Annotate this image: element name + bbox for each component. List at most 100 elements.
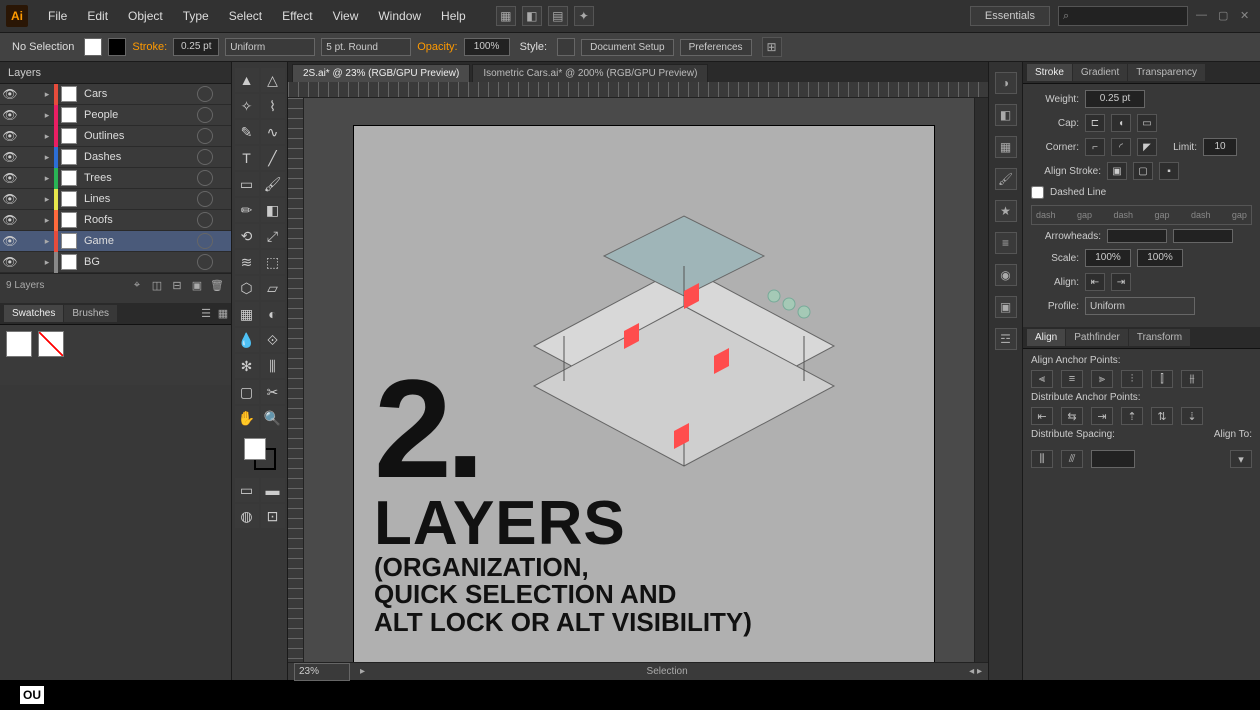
eraser-tool[interactable]: ◧ [261, 198, 285, 222]
pencil-tool[interactable]: ✏ [235, 198, 259, 222]
brushes-tab[interactable]: Brushes [64, 305, 117, 322]
transparency-tab[interactable]: Transparency [1128, 64, 1205, 81]
transform-tab[interactable]: Transform [1129, 329, 1190, 346]
target-icon[interactable] [197, 149, 213, 165]
visibility-toggle[interactable]: 👁 [0, 171, 20, 185]
make-clip-icon[interactable]: ◫ [149, 278, 165, 294]
direct-selection-tool[interactable]: △ [261, 68, 285, 92]
eyedropper-tool[interactable]: 💧 [235, 328, 259, 352]
curvature-tool[interactable]: ∿ [261, 120, 285, 144]
zoom-tool[interactable]: 🔍 [261, 406, 285, 430]
swatches-list-icon[interactable]: ☰ [198, 306, 214, 322]
screen-mode-normal[interactable]: ▭ [235, 478, 259, 502]
maximize-icon[interactable]: ▢ [1218, 9, 1232, 23]
expand-chevron-icon[interactable]: ▸ [40, 236, 54, 247]
stroke-profile-dropdown[interactable]: Uniform [225, 38, 315, 56]
minimize-icon[interactable]: — [1196, 9, 1210, 23]
change-screen-icon[interactable]: ⊡ [261, 504, 285, 528]
layers-panel-icon[interactable]: ☲ [995, 328, 1017, 350]
layer-row-bg[interactable]: 👁▸BG [0, 252, 231, 273]
menu-type[interactable]: Type [175, 5, 217, 27]
spacing-field[interactable] [1091, 450, 1135, 468]
corner-bevel[interactable]: ◤ [1137, 138, 1157, 156]
layer-row-dashes[interactable]: 👁▸Dashes [0, 147, 231, 168]
align-bottom-icon[interactable]: ⫵ [1181, 370, 1203, 388]
dist-4-icon[interactable]: ⇡ [1121, 407, 1143, 425]
swatches-panel-icon[interactable]: ▦ [995, 136, 1017, 158]
pen-tool[interactable]: ✎ [235, 120, 259, 144]
expand-chevron-icon[interactable]: ▸ [40, 215, 54, 226]
width-tool[interactable]: ≋ [235, 250, 259, 274]
layers-panel-tab[interactable]: Layers [0, 62, 231, 84]
target-icon[interactable] [197, 212, 213, 228]
layer-name[interactable]: Trees [80, 172, 193, 184]
line-tool[interactable]: ╱ [261, 146, 285, 170]
align-tab[interactable]: Align [1027, 329, 1065, 346]
expand-chevron-icon[interactable]: ▸ [40, 257, 54, 268]
workspace-switcher[interactable]: Essentials [970, 6, 1050, 26]
pathfinder-tab[interactable]: Pathfinder [1066, 329, 1128, 346]
align-stroke-center[interactable]: ▣ [1107, 162, 1127, 180]
mesh-tool[interactable]: ▦ [235, 302, 259, 326]
menu-object[interactable]: Object [120, 5, 171, 27]
stroke-panel-icon[interactable]: ≡ [995, 232, 1017, 254]
align-vcenter-icon[interactable]: ⫿ [1151, 370, 1173, 388]
ruler-vertical[interactable] [288, 98, 304, 662]
delete-layer-icon[interactable]: 🗑 [209, 278, 225, 294]
blend-tool[interactable]: ⟐ [261, 328, 285, 352]
graphic-styles-icon[interactable]: ▣ [995, 296, 1017, 318]
shape-builder-tool[interactable]: ⬡ [235, 276, 259, 300]
layer-name[interactable]: Dashes [80, 151, 193, 163]
target-icon[interactable] [197, 254, 213, 270]
document-tab-1[interactable]: 2S.ai* @ 23% (RGB/GPU Preview) [292, 64, 470, 82]
artboard[interactable]: 2. LAYERS (ORGANIZATION, QUICK SELECTION… [354, 126, 934, 662]
symbols-panel-icon[interactable]: ★ [995, 200, 1017, 222]
layer-row-outlines[interactable]: 👁▸Outlines [0, 126, 231, 147]
fill-stroke-control[interactable] [244, 438, 276, 470]
new-sublayer-icon[interactable]: ⊟ [169, 278, 185, 294]
arrange-icon[interactable]: ▤ [548, 6, 568, 26]
menu-view[interactable]: View [325, 5, 367, 27]
gpu-icon[interactable]: ◧ [522, 6, 542, 26]
visibility-toggle[interactable]: 👁 [0, 192, 20, 206]
graphic-style-swatch[interactable] [557, 38, 575, 56]
limit-field[interactable]: 10 [1203, 138, 1237, 156]
dist-5-icon[interactable]: ⇅ [1151, 407, 1173, 425]
stroke-weight-field[interactable]: 0.25 pt [173, 38, 219, 56]
canvas[interactable]: 2. LAYERS (ORGANIZATION, QUICK SELECTION… [304, 98, 974, 662]
arrow-end-dropdown[interactable] [1173, 229, 1233, 243]
layer-row-lines[interactable]: 👁▸Lines [0, 189, 231, 210]
brushes-panel-icon[interactable]: 🖌 [995, 168, 1017, 190]
rectangle-tool[interactable]: ▭ [235, 172, 259, 196]
paintbrush-tool[interactable]: 🖌 [261, 172, 285, 196]
layer-row-people[interactable]: 👁▸People [0, 105, 231, 126]
dist-space-h-icon[interactable]: ⫻ [1061, 450, 1083, 468]
visibility-toggle[interactable]: 👁 [0, 150, 20, 164]
stroke-swatch[interactable] [108, 38, 126, 56]
profile-dropdown[interactable]: Uniform [1085, 297, 1195, 315]
gradient-tool[interactable]: ◐ [261, 302, 285, 326]
stroke-tab[interactable]: Stroke [1027, 64, 1072, 81]
menu-window[interactable]: Window [370, 5, 429, 27]
graph-tool[interactable]: ⫼ [261, 354, 285, 378]
draw-mode-icon[interactable]: ◍ [235, 504, 259, 528]
arrow-start-dropdown[interactable] [1107, 229, 1167, 243]
visibility-toggle[interactable]: 👁 [0, 234, 20, 248]
align-left-icon[interactable]: ⫷ [1031, 370, 1053, 388]
gradient-tab[interactable]: Gradient [1073, 64, 1127, 81]
target-icon[interactable] [197, 233, 213, 249]
scale-end-field[interactable]: 100% [1137, 249, 1183, 267]
zoom-dropdown[interactable]: 23% [294, 663, 350, 681]
align-stroke-inside[interactable]: ▢ [1133, 162, 1153, 180]
target-icon[interactable] [197, 107, 213, 123]
expand-chevron-icon[interactable]: ▸ [40, 173, 54, 184]
dist-space-v-icon[interactable]: ⫼ [1031, 450, 1053, 468]
align-arrow-2[interactable]: ⇥ [1111, 273, 1131, 291]
vertical-scrollbar[interactable] [974, 98, 988, 662]
visibility-toggle[interactable]: 👁 [0, 255, 20, 269]
target-icon[interactable] [197, 170, 213, 186]
scale-tool[interactable]: ⤢ [261, 224, 285, 248]
visibility-toggle[interactable]: 👁 [0, 213, 20, 227]
target-icon[interactable] [197, 191, 213, 207]
menu-file[interactable]: File [40, 5, 75, 27]
